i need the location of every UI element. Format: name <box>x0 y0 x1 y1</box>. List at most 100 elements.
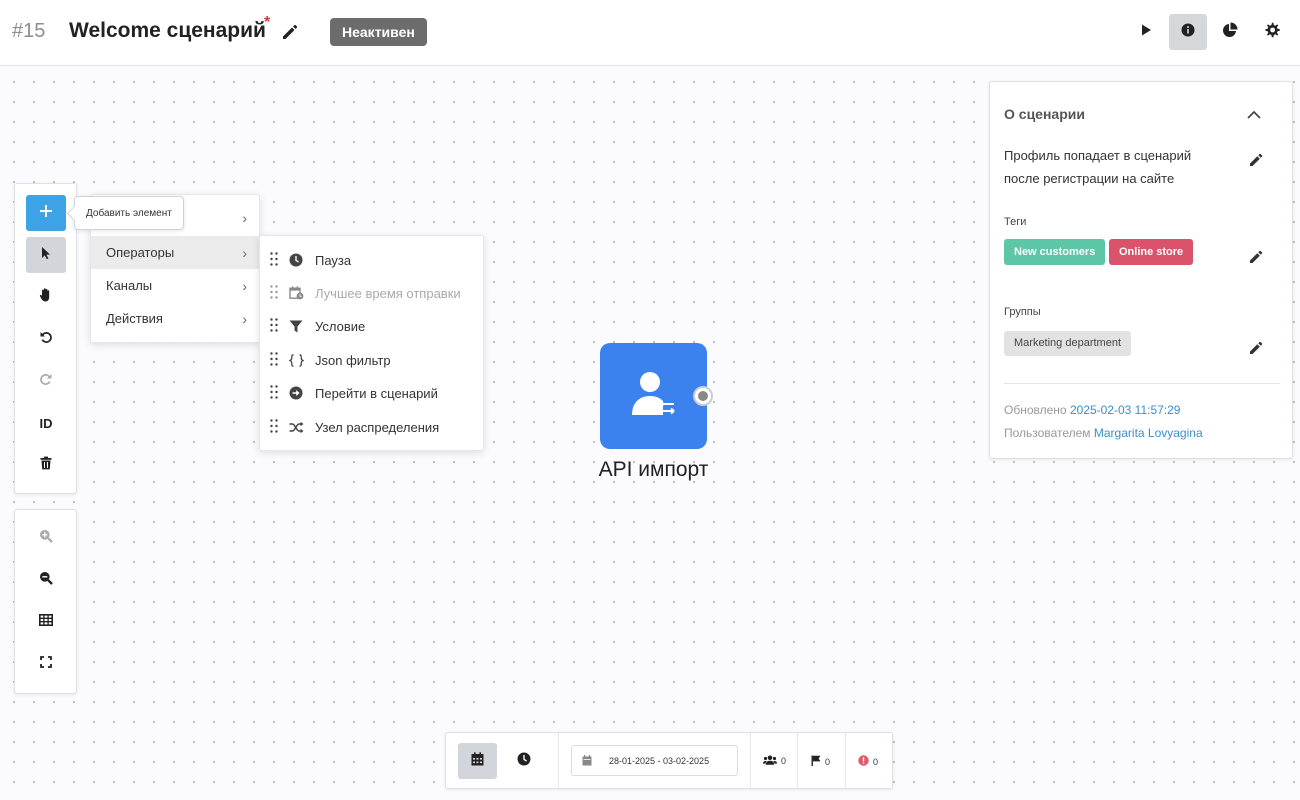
users-icon <box>763 755 777 767</box>
submenu-item-go-to-scenario[interactable]: Перейти в сценарий <box>260 376 483 409</box>
scenario-info-panel: О сценарии Профиль попадает в сценарий п… <box>989 81 1293 459</box>
edit-tags-pencil-icon[interactable] <box>1248 249 1264 265</box>
chevron-right-icon: › <box>242 311 247 327</box>
date-range-value: 28-01-2025 - 03-02-2025 <box>609 756 710 766</box>
submenu-item-label: Условие <box>315 319 366 334</box>
arrow-circle-icon <box>288 385 304 401</box>
grid-button[interactable] <box>26 604 66 640</box>
submenu-item-label: Узел распределения <box>315 420 440 435</box>
info-icon <box>1181 23 1195 42</box>
zoom-toolbar <box>14 509 77 694</box>
chevron-right-icon: › <box>242 245 247 261</box>
edit-description-pencil-icon[interactable] <box>1248 152 1264 168</box>
editor-toolbar: ID <box>14 183 77 494</box>
drag-handle-icon[interactable] <box>270 285 278 302</box>
scenario-node-api-import[interactable] <box>600 343 707 449</box>
status-badge: Неактивен <box>330 18 427 46</box>
node-output-port[interactable] <box>693 386 713 406</box>
group-badge: Marketing department <box>1004 331 1131 356</box>
shuffle-icon <box>288 419 304 435</box>
settings-button[interactable] <box>1253 14 1291 50</box>
undo-button[interactable] <box>26 321 66 357</box>
scenario-number: #15 <box>12 20 46 42</box>
undo-icon <box>39 330 53 349</box>
calendar-mode-button[interactable] <box>458 743 497 779</box>
redo-button[interactable] <box>26 363 66 399</box>
flag-icon <box>811 755 821 768</box>
calendar-icon <box>471 751 484 771</box>
statistics-bar: 28-01-2025 - 03-02-2025 0 0 0 <box>445 732 893 789</box>
edit-groups-pencil-icon[interactable] <box>1248 340 1264 356</box>
fullscreen-button[interactable] <box>26 646 66 682</box>
errors-count: 0 <box>873 756 879 767</box>
calendar-icon <box>582 755 592 768</box>
submenu-item-pause[interactable]: Пауза <box>260 243 483 276</box>
pan-tool-button[interactable] <box>26 279 66 315</box>
divider <box>750 733 751 788</box>
errors-count-stat[interactable]: 0 <box>858 755 878 768</box>
braces-icon <box>288 352 304 368</box>
menu-item-operators[interactable]: Операторы › <box>91 236 259 269</box>
calendar-clock-icon <box>288 285 304 301</box>
chevron-up-icon[interactable] <box>1247 106 1261 124</box>
updated-value: 2025-02-03 11:57:29 <box>1069 403 1181 417</box>
goals-count-stat[interactable]: 0 <box>811 755 830 768</box>
statistics-button[interactable] <box>1211 14 1249 50</box>
submenu-item-best-send-time[interactable]: Лучшее время отправки <box>260 276 483 309</box>
zoom-in-icon <box>39 529 53 548</box>
profiles-count-stat[interactable]: 0 <box>763 755 786 767</box>
menu-item-label: Операторы <box>106 245 175 260</box>
gear-icon <box>1264 22 1280 43</box>
node-label: API импорт <box>598 458 709 481</box>
divider <box>558 733 559 788</box>
scenario-description: Профиль попадает в сценарий после регист… <box>1004 148 1192 186</box>
info-button[interactable] <box>1169 14 1207 50</box>
chevron-right-icon: › <box>242 210 247 226</box>
zoom-in-button[interactable] <box>26 520 66 556</box>
tags-label: Теги <box>1004 216 1027 228</box>
drag-handle-icon[interactable] <box>270 352 278 369</box>
alert-circle-icon <box>858 755 869 768</box>
menu-item-actions[interactable]: Действия › <box>91 302 259 335</box>
submenu-item-distribution-node[interactable]: Узел распределения <box>260 410 483 443</box>
clock-icon <box>288 252 304 268</box>
select-tool-button[interactable] <box>26 237 66 273</box>
date-range-picker[interactable]: 28-01-2025 - 03-02-2025 <box>571 745 738 776</box>
add-element-button[interactable] <box>26 195 66 231</box>
tag-badge: New customers <box>1004 239 1106 265</box>
drag-handle-icon[interactable] <box>270 419 278 436</box>
divider <box>797 733 798 788</box>
show-id-button[interactable]: ID <box>26 405 66 441</box>
menu-item-channels[interactable]: Каналы › <box>91 269 259 302</box>
run-button[interactable] <box>1127 14 1165 50</box>
pie-chart-icon <box>1222 22 1238 43</box>
chevron-right-icon: › <box>242 278 247 294</box>
trash-icon <box>39 456 53 475</box>
drag-handle-icon[interactable] <box>270 385 278 402</box>
user-label: Пользователем <box>1004 426 1091 440</box>
submenu-item-json-filter[interactable]: Json фильтр <box>260 343 483 376</box>
divider <box>845 733 846 788</box>
delete-button[interactable] <box>26 447 66 483</box>
drag-handle-icon[interactable] <box>270 252 278 269</box>
hand-icon <box>38 287 54 308</box>
user-transfer-icon <box>630 371 678 422</box>
unsaved-mark: * <box>264 14 271 31</box>
zoom-out-icon <box>39 571 53 590</box>
user-info: Пользователем Margarita Lovyagina <box>1004 426 1203 440</box>
groups-label: Группы <box>1004 306 1041 318</box>
submenu-item-label: Лучшее время отправки <box>315 286 461 301</box>
zoom-out-button[interactable] <box>26 562 66 598</box>
drag-handle-icon[interactable] <box>270 318 278 335</box>
pencil-icon[interactable] <box>280 22 300 42</box>
panel-title: О сценарии <box>1004 106 1085 122</box>
page-title: Welcome сценарий <box>69 19 266 42</box>
user-link[interactable]: Margarita Lovyagina <box>1094 426 1203 440</box>
profiles-count: 0 <box>781 756 787 766</box>
filter-icon <box>288 318 304 334</box>
submenu-item-condition[interactable]: Условие <box>260 309 483 342</box>
realtime-mode-button[interactable] <box>504 743 543 779</box>
expand-icon <box>40 655 52 673</box>
plus-icon <box>39 204 53 223</box>
clock-icon <box>517 752 531 771</box>
